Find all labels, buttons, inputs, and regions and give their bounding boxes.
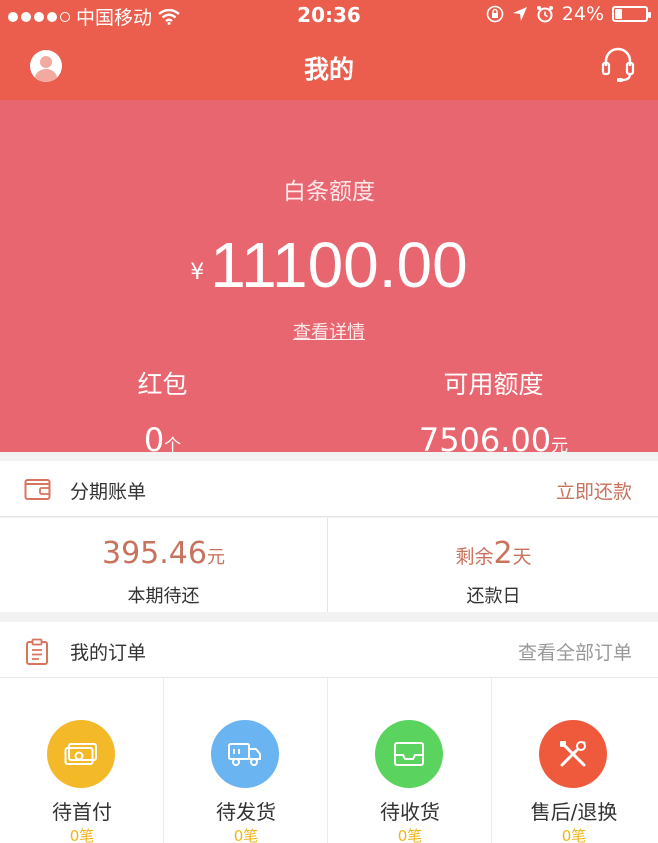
- status-bar: 中国移动 20:36 24%: [0, 0, 658, 30]
- order-count: 0笔: [233, 827, 259, 843]
- order-pending-shipment[interactable]: 待发货 0笔: [164, 678, 328, 843]
- red-packet-count: 0: [143, 421, 165, 459]
- current-due-label: 本期待还: [127, 586, 200, 607]
- repay-now-button[interactable]: 立即还款: [556, 477, 632, 504]
- currency-symbol: ¥: [190, 260, 205, 285]
- remaining-unit: 天: [512, 546, 532, 568]
- current-due-unit: 元: [206, 547, 225, 568]
- available-limit-amount: 7506.00: [418, 421, 552, 459]
- status-right: 24%: [486, 3, 651, 25]
- tools-icon: [560, 741, 586, 767]
- credit-limit-label: 白条额度: [283, 179, 375, 205]
- clipboard-icon: [26, 638, 48, 665]
- order-label: 待收货: [380, 800, 440, 824]
- page-title: 我的: [303, 55, 354, 84]
- money-icon: [64, 743, 97, 765]
- current-due-amount: 395.46: [102, 536, 207, 571]
- red-packet-value: 0个: [0, 421, 325, 459]
- order-icon-circle: [211, 720, 279, 788]
- red-packet-label: 红包: [137, 370, 188, 399]
- order-icon-circle: [539, 720, 607, 788]
- order-count: 0笔: [561, 827, 587, 843]
- available-limit-value: 7506.00元: [329, 421, 658, 459]
- view-details-link[interactable]: 查看详情: [0, 318, 658, 344]
- rotation-lock-icon: [486, 5, 504, 23]
- remaining-days-count: 2: [493, 536, 513, 571]
- orders-title: 我的订单: [70, 642, 147, 664]
- order-count: 0笔: [397, 827, 423, 843]
- red-packet-unit: 个: [164, 436, 182, 456]
- red-packet-block[interactable]: 红包 0个: [0, 365, 325, 459]
- credit-limit-amount: ¥11100.00: [0, 228, 658, 302]
- installment-title: 分期账单: [70, 481, 147, 503]
- alarm-icon: [536, 6, 553, 23]
- order-icon-circle: [47, 720, 115, 788]
- view-all-orders-link[interactable]: 查看全部订单: [518, 638, 632, 665]
- order-after-sales[interactable]: 售后/退换 0笔: [492, 678, 658, 843]
- nav-bar: 我的: [0, 30, 658, 100]
- credit-limit-value: 11100.00: [210, 229, 468, 301]
- remaining-days-value: 剩余2天: [329, 536, 658, 576]
- order-label: 待首付: [52, 800, 112, 824]
- repay-day-label: 还款日: [466, 586, 521, 607]
- customer-service-icon[interactable]: [600, 46, 636, 86]
- installment-header: 分期账单 立即还款: [0, 461, 658, 517]
- order-icon-circle: [375, 720, 443, 788]
- order-count: 0笔: [69, 827, 95, 843]
- available-limit-label: 可用额度: [443, 370, 544, 399]
- location-arrow-icon: [512, 7, 527, 21]
- inbox-icon: [394, 742, 424, 766]
- available-limit-unit: 元: [551, 436, 569, 456]
- current-due-value: 395.46元: [0, 536, 327, 576]
- truck-icon: [228, 743, 261, 766]
- order-pending-receipt[interactable]: 待收货 0笔: [328, 678, 492, 843]
- order-label: 待发货: [216, 800, 276, 824]
- available-limit-block[interactable]: 可用额度 7506.00元: [329, 365, 658, 459]
- orders-header: 我的订单 查看全部订单: [0, 622, 658, 678]
- orders-grid: 待首付 0笔 待发货 0笔 待收货 0笔 售后/退换 0笔: [0, 678, 658, 843]
- current-due-cell[interactable]: 395.46元 本期待还: [0, 518, 328, 612]
- order-pending-payment[interactable]: 待首付 0笔: [0, 678, 164, 843]
- credit-summary-panel: 白条额度 ¥11100.00 查看详情 红包 0个 可用额度 7506.00元: [0, 100, 658, 459]
- order-label: 售后/退换: [530, 800, 618, 824]
- wallet-icon: [24, 479, 51, 500]
- repay-day-cell[interactable]: 剩余2天 还款日: [329, 518, 658, 612]
- installment-cells: 395.46元 本期待还 剩余2天 还款日: [0, 518, 658, 612]
- battery-icon: [612, 6, 651, 22]
- battery-percent: 24%: [561, 3, 604, 25]
- remaining-prefix: 剩余: [455, 546, 494, 568]
